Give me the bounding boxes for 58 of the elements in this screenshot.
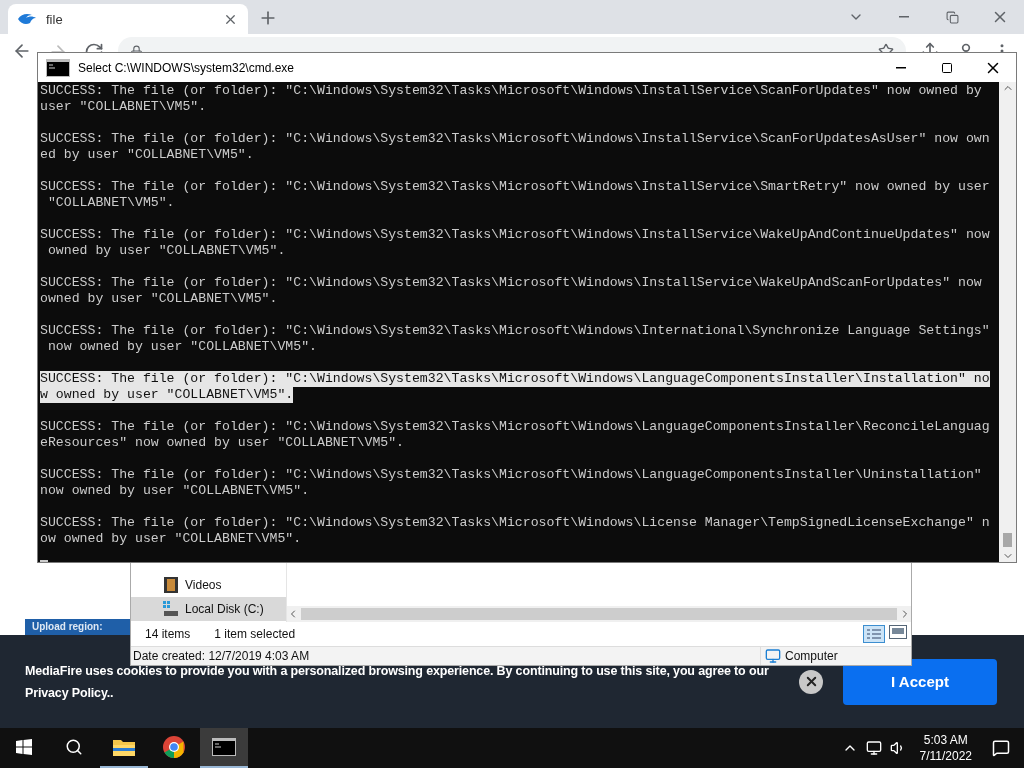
console-line: ow owned by user "COLLABNET\VM5". [40,531,302,547]
folder-icon [113,738,135,756]
disk-drive-icon [163,601,179,617]
console-line: SUCCESS: The file (or folder): "C:\Windows\System32\Tasks\Microsoft\Windows\InstallService\ScanForUpdatesAsUser" now own [40,131,990,147]
console-line: user "COLLABNET\VM5". [40,99,207,115]
upload-region-label: Upload region: [25,619,130,635]
scroll-thumb[interactable] [1003,533,1012,547]
clock[interactable]: 5:03 AM 7/11/2022 [919,732,972,764]
selection-count: 1 item selected [214,627,296,641]
console-line: now owned by user "COLLABNET\VM5". [40,483,310,499]
browser-logo-icon [162,735,186,759]
console-line: SUCCESS: The file (or folder): "C:\Windows\System32\Tasks\Microsoft\Windows\InstallService\WakeUpAndContinueUpdates" now [40,227,990,243]
console-line: SUCCESS: The file (or folder): "C:\Windows\System32\Tasks\Microsoft\Windows\International\Synchronize Language Settings" [40,323,990,339]
console-line: SUCCESS: The file (or folder): "C:\Windows\System32\Tasks\Microsoft\Windows\InstallService\ScanForUpdates" now owned by [40,83,982,99]
date-text: 7/11/2022 [919,748,972,764]
windows-start-icon [16,739,32,755]
accept-button[interactable]: I Accept [843,658,997,705]
console-line: SUCCESS: The file (or folder): "C:\Windows\System32\Tasks\Microsoft\Windows\LanguageComponentsInstaller\ReconcileLanguag [40,419,990,435]
console-line: eResources" now owned by user "COLLABNET\VM5". [40,435,405,451]
notifications-icon[interactable] [992,739,1010,757]
restore-icon [945,10,959,24]
film-icon [163,577,179,593]
text-cursor [40,560,48,562]
details-view-icon[interactable] [863,625,885,643]
console-line: SUCCESS: The file (or folder): "C:\Windows\System32\Tasks\Microsoft\Windows\LanguageComponentsInstaller\Uninstallation" [40,467,982,483]
minimize-icon [899,16,909,18]
site-logo-icon [18,13,36,25]
share-icon [920,42,940,52]
browser-tab[interactable]: file [8,4,248,34]
location-text: Computer [785,649,838,663]
tiles-view-icon[interactable] [889,625,907,639]
taskbar-app-button[interactable] [200,728,248,768]
console-icon [212,738,236,756]
console-line: "COLLABNET\VM5". [46,195,175,211]
nav-item[interactable]: Local Disk (C:) [131,597,286,621]
search-icon [65,738,83,756]
console-line: owned by user "COLLABNET\VM5". [46,243,286,259]
console-line: owned by user "COLLABNET\VM5". [40,291,278,307]
vertical-scrollbar[interactable] [999,82,1016,562]
cookie-notice-text: MediaFire uses cookies to provide you with a personalized browsing experience. By continuing to use this site, you agree to our Privacy Policy.. [25,662,770,702]
console-line: SUCCESS: The file (or folder): "C:\Windows\System32\Tasks\Microsoft\Windows\License Manager\TempSignedLicenseExchange" n [40,515,990,531]
item-count: 14 items [145,627,191,641]
computer-icon [765,648,781,664]
close-button[interactable] [799,669,823,694]
minimize-icon [896,66,906,69]
maximize-icon [941,61,953,74]
window-title: Select C:\WINDOWS\system32\cmd.exe [78,60,295,75]
console-line: SUCCESS: The file (or folder): "C:\Windows\System32\Tasks\Microsoft\Windows\InstallService\SmartRetry" now owned by user [40,179,990,195]
console-icon [46,58,70,77]
network-icon[interactable] [865,740,882,756]
console-line: ed by user "COLLABNET\VM5". [40,147,254,163]
nav-item[interactable]: Videos [131,573,286,597]
time-text: 5:03 AM [923,732,968,748]
reload-icon [84,42,104,52]
tab-title: file [46,11,64,27]
console-line: SUCCESS: The file (or folder): "C:\Windows\System32\Tasks\Microsoft\Windows\InstallService\WakeUpAndScanForUpdates" now [40,275,982,291]
date-created-text: Date created: 12/7/2019 4:03 AM [133,649,310,663]
console-line: now owned by user "COLLABNET\VM5". [46,339,317,355]
